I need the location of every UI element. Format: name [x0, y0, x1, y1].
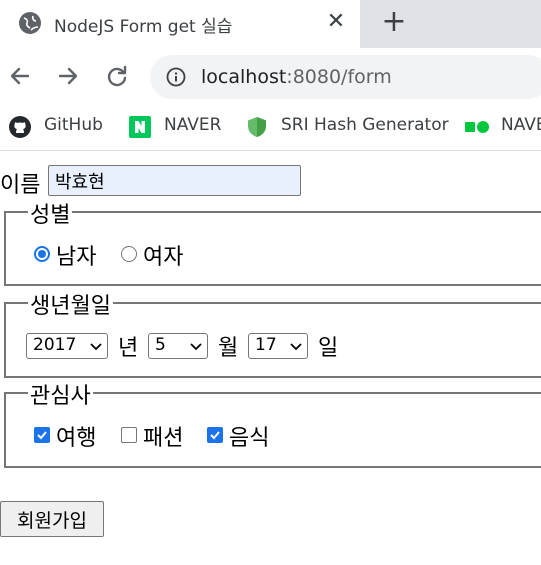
- gender-label-male: 남자: [56, 245, 97, 270]
- gender-radio-female[interactable]: [121, 246, 137, 262]
- github-icon: [8, 115, 32, 139]
- chevron-down-icon: [190, 343, 202, 351]
- bookmark-label: NAVER: [164, 115, 222, 135]
- naver-dots-icon: [465, 115, 489, 139]
- gender-fieldset: 성별 남자 여자: [4, 197, 541, 286]
- year-value: 2017: [33, 335, 77, 355]
- check-icon: [210, 431, 220, 440]
- interest-checkbox-fashion[interactable]: [121, 427, 137, 443]
- chevron-down-icon: [90, 343, 102, 351]
- name-input[interactable]: [48, 165, 301, 196]
- month-value: 5: [155, 335, 166, 355]
- form-page: 이름 성별 남자 여자 생년월일 2017 년 5 월 17: [0, 151, 541, 565]
- signup-button[interactable]: 회원가입: [0, 501, 104, 537]
- arrow-left-icon[interactable]: [6, 62, 34, 90]
- address-bar[interactable]: localhost:8080/form: [150, 55, 541, 99]
- interest-checkbox-food[interactable]: [207, 427, 223, 443]
- gender-label-female: 여자: [143, 245, 184, 270]
- birth-fieldset: 생년월일 2017 년 5 월 17 일: [4, 288, 541, 378]
- gender-radio-male[interactable]: [34, 246, 50, 262]
- bookmarks-bar: GitHub NAVER SRI Hash Generator NAVE: [0, 104, 541, 151]
- info-icon[interactable]: [166, 67, 186, 87]
- close-icon[interactable]: ✕: [324, 10, 348, 34]
- chevron-down-icon: [290, 343, 302, 351]
- shield-icon: [245, 115, 269, 139]
- globe-icon: [19, 12, 41, 34]
- new-tab-icon[interactable]: +: [380, 7, 408, 37]
- interest-checkbox-travel[interactable]: [34, 427, 50, 443]
- birth-legend: 생년월일: [28, 288, 113, 320]
- tab-strip: NodeJS Form get 실습 ✕ +: [0, 0, 541, 48]
- month-unit: 월: [218, 336, 239, 361]
- day-select[interactable]: 17: [248, 333, 308, 359]
- interest-legend: 관심사: [28, 378, 93, 410]
- browser-toolbar: localhost:8080/form: [0, 48, 541, 104]
- year-select[interactable]: 2017: [26, 333, 108, 359]
- check-icon: [37, 431, 47, 440]
- arrow-right-icon[interactable]: [54, 62, 82, 90]
- gender-legend: 성별: [28, 197, 73, 229]
- year-unit: 년: [118, 336, 139, 361]
- interest-label-food: 음식: [229, 426, 270, 451]
- bookmark-label: GitHub: [44, 115, 103, 135]
- url-text: localhost:8080/form: [201, 66, 392, 88]
- bookmark-label: SRI Hash Generator: [281, 115, 449, 135]
- interest-label-travel: 여행: [56, 426, 97, 451]
- interest-label-fashion: 패션: [143, 426, 184, 451]
- naver-icon: [128, 115, 152, 139]
- url-path: :8080/form: [286, 66, 392, 88]
- bookmark-label: NAVE: [501, 115, 541, 135]
- month-select[interactable]: 5: [148, 333, 208, 359]
- reload-icon[interactable]: [103, 62, 131, 90]
- name-label: 이름: [0, 173, 41, 198]
- tab-title: NodeJS Form get 실습: [54, 17, 233, 37]
- day-unit: 일: [318, 336, 339, 361]
- url-host: localhost: [201, 66, 287, 88]
- interest-fieldset: 관심사 여행 패션 음식: [4, 378, 541, 468]
- day-value: 17: [255, 335, 277, 355]
- browser-tab[interactable]: NodeJS Form get 실습 ✕: [0, 0, 360, 48]
